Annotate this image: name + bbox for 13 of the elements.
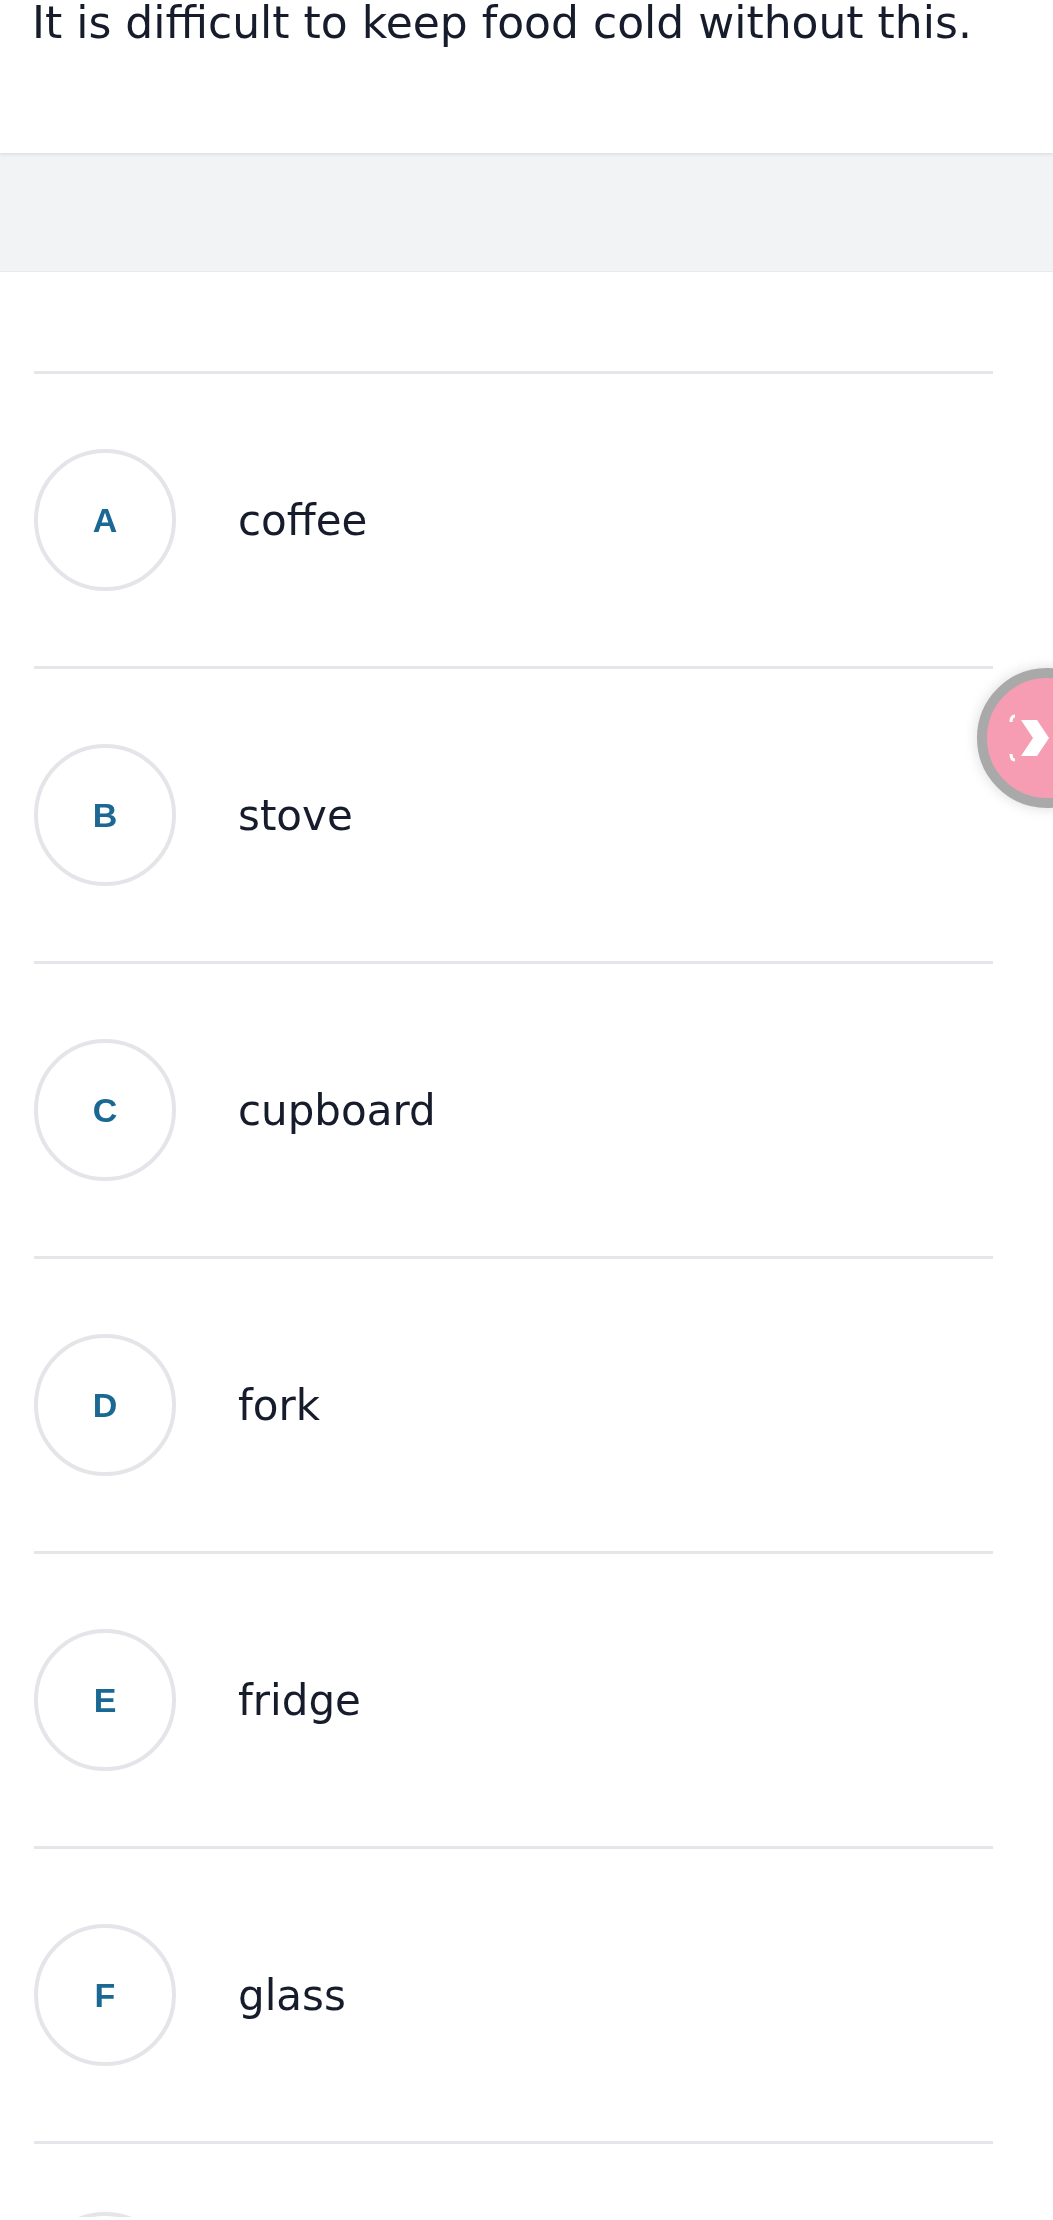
option-text[interactable]: fridge xyxy=(238,1675,361,1725)
option-letter[interactable]: F xyxy=(34,1924,176,2066)
option-text[interactable]: fork xyxy=(238,1380,321,1430)
question-text: It is difficult to keep food cold without this. xyxy=(31,0,973,46)
option-text[interactable]: glass xyxy=(238,1970,346,2020)
option-text[interactable]: coffee xyxy=(238,495,368,545)
option-text[interactable]: stove xyxy=(238,790,353,840)
option-letter[interactable]: D xyxy=(34,1334,176,1476)
option-text[interactable]: cupboard xyxy=(238,1085,436,1135)
option-letter[interactable]: E xyxy=(34,1629,176,1771)
option-letter[interactable]: A xyxy=(34,449,176,591)
option-letter[interactable]: B xyxy=(34,744,176,886)
option-letter[interactable]: C xyxy=(34,1039,176,1181)
